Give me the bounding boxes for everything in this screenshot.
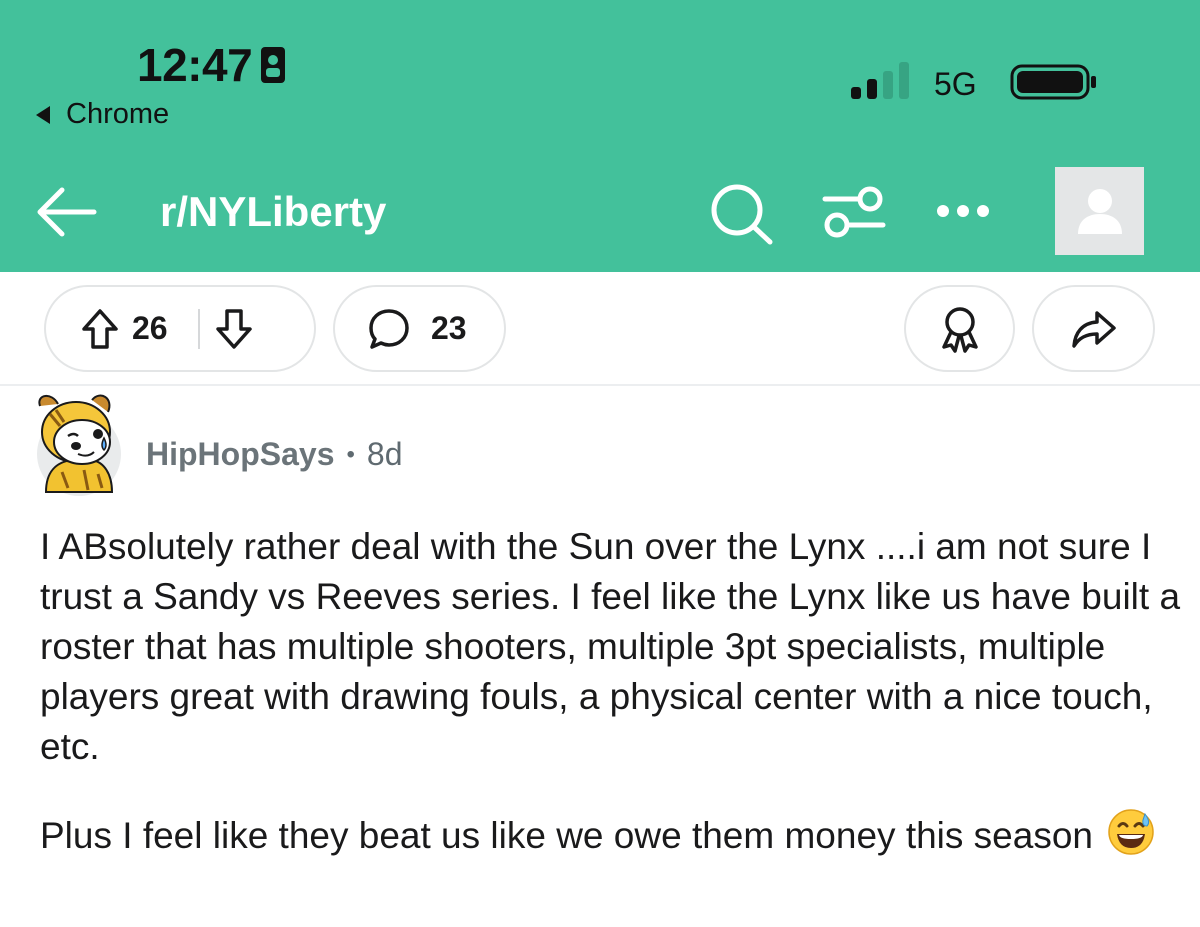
back-arrow-icon[interactable] [36,186,98,238]
battery-icon [1010,64,1096,100]
back-app-label: Chrome [66,98,170,130]
comment-count: 23 [431,310,467,346]
comment-paragraph: Plus I feel like they beat us like we ow… [40,808,1190,861]
upvote-icon[interactable] [80,307,120,351]
grinning-sweat-emoji-icon [1108,809,1154,855]
comment-body: I ABsolutely rather deal with the Sun ov… [40,522,1190,897]
vote-bar: 26 [44,285,316,372]
comment-paragraph: I ABsolutely rather deal with the Sun ov… [40,526,1181,767]
award-icon [941,306,978,353]
section-divider [0,384,1200,386]
award-button[interactable] [904,285,1015,372]
filter-icon[interactable] [822,185,886,239]
downvote-icon[interactable] [214,307,254,351]
status-time-label: 12:47 [137,39,253,91]
user-avatar-icon [1077,189,1122,234]
author-avatar[interactable] [32,392,124,498]
subreddit-title[interactable]: r/NYLiberty [160,188,386,236]
back-triangle-icon [36,105,50,124]
more-icon[interactable] [935,202,991,220]
signal-icon [851,62,909,99]
app-header: 12:47 Chrome 5G r/NYLiberty [0,0,1200,272]
meta-separator: • [346,440,355,468]
comments-button[interactable]: 23 [333,285,506,372]
user-avatar-button[interactable] [1055,167,1144,255]
comment-icon [369,308,409,349]
comment-meta: HipHopSays • 8d [146,436,402,473]
share-icon [1071,310,1116,348]
comment-paragraph-text: Plus I feel like they beat us like we ow… [40,815,1093,856]
upvote-count: 26 [132,310,168,346]
search-icon[interactable] [710,183,774,245]
back-to-app-button[interactable]: Chrome [36,98,169,131]
vote-divider [197,308,200,349]
comment-age: 8d [366,436,403,472]
network-type: 5G [934,66,977,102]
status-time: 12:47 [137,38,286,92]
share-button[interactable] [1032,285,1155,372]
author-username[interactable]: HipHopSays [146,436,334,473]
id-card-icon [261,47,286,83]
